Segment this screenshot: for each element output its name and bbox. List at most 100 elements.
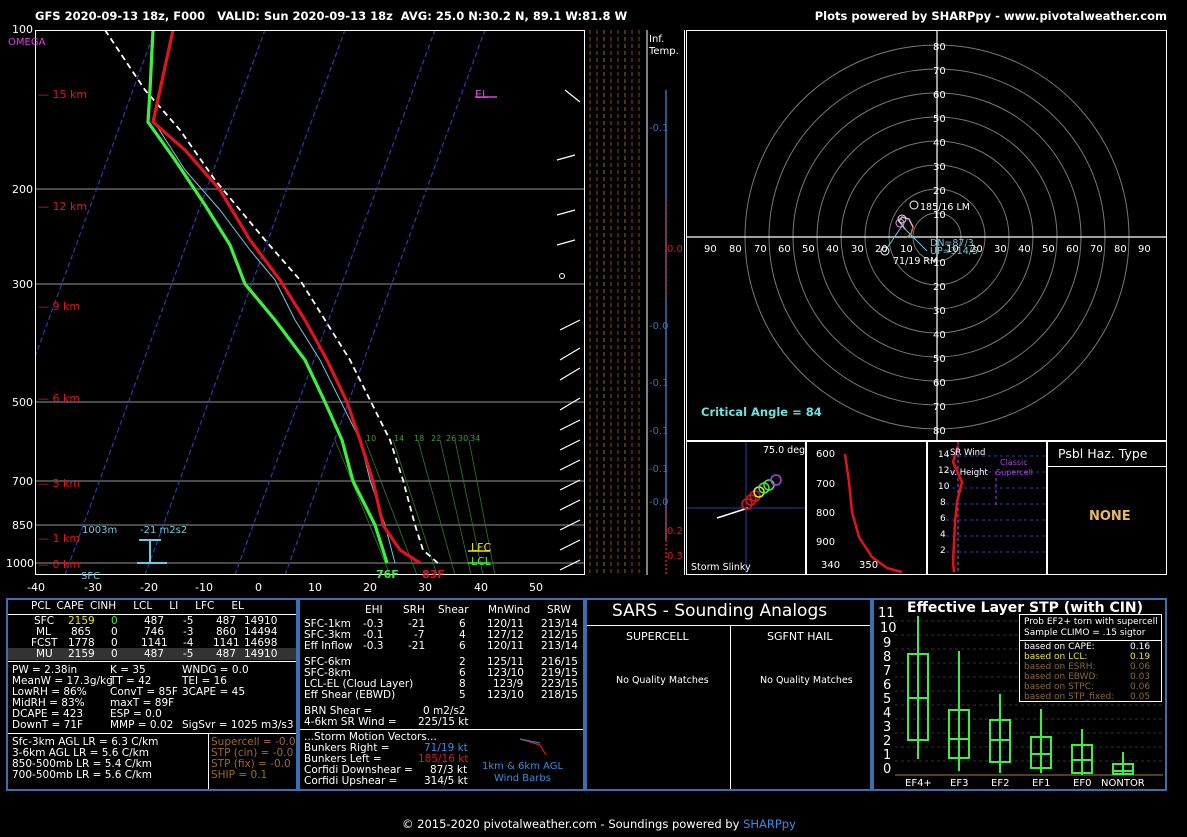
temp-axis-label: 40 (474, 581, 488, 594)
hodo-axis-label: 30 (851, 244, 864, 255)
hodo-axis-label: 90 (704, 244, 717, 255)
sars-title: SARS - Sounding Analogs (612, 601, 828, 621)
parcel-li: -3 (183, 626, 194, 638)
pressure-label-850: 850 (12, 519, 33, 532)
parcel-el: 14698 (244, 637, 278, 649)
parcel-cape: 2159 (68, 648, 95, 660)
parcel-row-label: SFC (34, 615, 55, 627)
hodo-ring-label: 80 (933, 42, 946, 53)
temp-axis-label: 20 (363, 581, 377, 594)
parcel-row-label: ML (36, 626, 51, 638)
omega-label: OMEGA (8, 37, 46, 48)
index-value: TT = 42 (110, 675, 152, 687)
stp-y-label: 7 (883, 664, 892, 679)
kin-srw: 216/15 (541, 656, 578, 668)
lapse-rate: 850-500mb LR = 5.4 C/km (12, 758, 152, 770)
index-value: TEI = 16 (182, 675, 227, 687)
kin-srw: 218/15 (541, 689, 578, 701)
theta-y-label: 900 (816, 537, 836, 548)
footer-text: © 2015-2020 pivotalweather.com - Soundin… (402, 817, 744, 831)
classic-supercell-label: Supercell (996, 468, 1034, 477)
height-label-3km: — 3 km (38, 477, 81, 490)
kin-shear: 5 (459, 689, 466, 701)
sharppy-link[interactable]: SHARPpy (743, 817, 796, 831)
slinky-label: Storm Slinky (691, 562, 751, 573)
kin-shear: 4 (459, 629, 466, 641)
index-value: ESP = 0.0 (110, 708, 162, 720)
hodo-axis-label: 20 (875, 244, 888, 255)
parcel-lfc: 860 (216, 626, 237, 638)
kin-row-label: LCL-EL (Cloud Layer) (304, 678, 414, 690)
parcel-lfc: 487 (216, 648, 237, 660)
critical-angle: Critical Angle = 84 (701, 405, 822, 419)
right-mover-label: 71/19 RM (893, 256, 939, 267)
parcel-row-label: FCST (31, 637, 58, 649)
skewt-panel (35, 30, 585, 575)
kin-mnwind: 123/9 (493, 678, 524, 690)
brn-shear-value: 0 m2/s2 (423, 705, 466, 717)
mixing-ratio-label: 22 (431, 434, 442, 443)
kin-mnwind: 123/10 (487, 689, 524, 701)
inf-temp-value: 0.0 (667, 244, 683, 255)
pressure-label-500: 500 (12, 396, 33, 409)
kin-ehi: -0.3 (363, 640, 384, 652)
hodo-axis-label: 50 (1042, 244, 1055, 255)
el-label: EL (475, 88, 489, 101)
hodo-ring-label: 20 (933, 186, 946, 197)
stp-x-label: EF0 (1073, 778, 1092, 789)
hodo-axis-label: 30 (994, 244, 1007, 255)
sars-supercell-header: SUPERCELL (626, 630, 689, 643)
storm-motion-title: ...Storm Motion Vectors... (304, 731, 437, 743)
stp-legend-row: based on ESRH: (1024, 662, 1096, 672)
parcel-header: EL (231, 600, 244, 612)
kin-row-label: Eff Shear (EBWD) (304, 689, 396, 701)
hodo-ring-label: 20 (933, 282, 946, 293)
parcel-table: PCL CAPE CINH LCL LI LFC EL (28, 601, 247, 612)
index-value: DCAPE = 423 (12, 708, 84, 720)
kin-shear: 6 (459, 618, 466, 630)
stp-legend-title: Sample CLIMO = .15 sigtor (1024, 628, 1146, 638)
index-value: PW = 2.38in (12, 664, 78, 676)
parcel-cape: 865 (71, 626, 92, 638)
pressure-label-200: 200 (12, 183, 33, 196)
stp-legend-value: 0.19 (1130, 652, 1151, 662)
kin-mnwind: 120/11 (487, 618, 524, 630)
srwind-y-label: 6 (940, 514, 946, 524)
parcel-lcl: 1141 (141, 637, 168, 649)
pressure-label-100: 100 (12, 23, 33, 36)
sars-supercell-result: No Quality Matches (616, 675, 709, 686)
pressure-label-700: 700 (12, 475, 33, 488)
possible-hazard-panel: Psbl Haz. Type NONE (1047, 441, 1167, 575)
hodo-ring-label: 30 (933, 306, 946, 317)
kin-srh: -7 (414, 629, 425, 641)
srwind-y-label: 10 (938, 482, 950, 492)
theta-y-label: 800 (816, 508, 836, 519)
parcel-li: -5 (183, 648, 194, 660)
parcel-cinh: 0 (111, 626, 118, 638)
parcel-el: 14910 (244, 648, 278, 660)
stp-legend-row: based on LCL: (1024, 652, 1088, 662)
corfidi-upshear-label: UP=314/5 (930, 246, 979, 257)
wind-barb-label: Wind Barbs (494, 773, 551, 784)
hodo-ring-label: 70 (933, 402, 946, 413)
parcel-header: LI (169, 600, 179, 612)
wind-barb-icon (519, 738, 547, 756)
parcel-lfc: 1141 (213, 637, 240, 649)
hodo-axis-label: 60 (1066, 244, 1079, 255)
parcel-el: 14910 (244, 615, 278, 627)
hodo-axis-label: 90 (1138, 244, 1151, 255)
parcel-cape: 2159 (68, 615, 95, 627)
slinky-degree: 75.0 deg (763, 445, 806, 456)
parcel-cape: 1778 (68, 637, 95, 649)
index-value: 3CAPE = 45 (182, 686, 245, 698)
mixing-ratio-label: 34 (470, 434, 481, 443)
temp-axis-label: -40 (27, 581, 45, 594)
index-value: DownT = 71F (12, 719, 84, 731)
lapse-rate: Sfc-3km AGL LR = 6.3 C/km (12, 736, 159, 748)
kin-header: EHI (365, 604, 383, 616)
mixing-ratio-label: 30 (458, 434, 469, 443)
inf-temp-value: -0.1 (649, 426, 669, 437)
temp-axis-label: 10 (308, 581, 322, 594)
sr-wind-value: 225/15 kt (418, 716, 469, 728)
inf-temp-value: 0.3 (667, 551, 683, 562)
